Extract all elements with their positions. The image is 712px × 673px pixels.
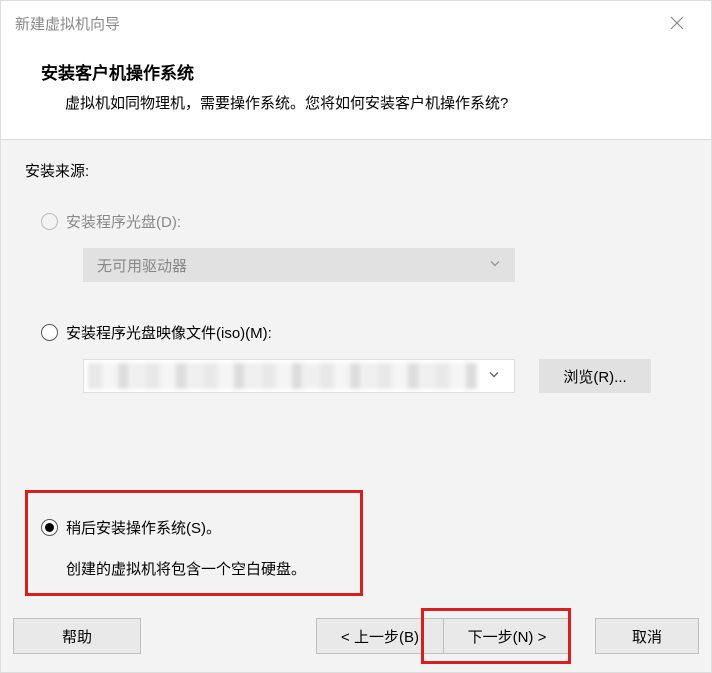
wizard-footer: 帮助 < 上一步(B) 下一步(N) > 取消 (1, 602, 711, 672)
window-title: 新建虚拟机向导 (15, 13, 120, 34)
radio-iso[interactable]: 安装程序光盘映像文件(iso)(M): (41, 322, 687, 343)
radio-disc-input (41, 213, 58, 230)
next-button[interactable]: 下一步(N) > (443, 618, 571, 654)
radio-later-label: 稍后安装操作系统(S)。 (66, 517, 221, 538)
browse-button-label: 浏览(R)... (563, 366, 626, 387)
iso-path-value (88, 363, 478, 389)
help-button[interactable]: 帮助 (13, 618, 141, 654)
option-later-group: 稍后安装操作系统(S)。 创建的虚拟机将包含一个空白硬盘。 (41, 517, 687, 579)
radio-iso-label: 安装程序光盘映像文件(iso)(M): (66, 322, 272, 343)
wizard-header: 安装客户机操作系统 虚拟机如同物理机，需要操作系统。您将如何安装客户机操作系统? (1, 45, 711, 140)
browse-button[interactable]: 浏览(R)... (539, 359, 651, 393)
radio-later[interactable]: 稍后安装操作系统(S)。 (41, 517, 687, 538)
next-button-label: 下一步(N) > (468, 626, 547, 647)
later-description: 创建的虚拟机将包含一个空白硬盘。 (66, 558, 687, 579)
back-button[interactable]: < 上一步(B) (316, 618, 444, 654)
header-subtitle: 虚拟机如同物理机，需要操作系统。您将如何安装客户机操作系统? (65, 92, 671, 113)
wizard-window: 新建虚拟机向导 安装客户机操作系统 虚拟机如同物理机，需要操作系统。您将如何安装… (0, 0, 712, 673)
radio-iso-input[interactable] (41, 324, 58, 341)
cancel-button[interactable]: 取消 (595, 618, 699, 654)
option-disc-group: 安装程序光盘(D): 无可用驱动器 (25, 211, 687, 282)
install-source-label: 安装来源: (25, 160, 687, 181)
titlebar: 新建虚拟机向导 (1, 1, 711, 45)
cancel-button-label: 取消 (632, 626, 662, 647)
option-iso-group: 安装程序光盘映像文件(iso)(M): 浏览(R)... (25, 322, 687, 393)
disc-dropdown-text: 无可用驱动器 (97, 255, 187, 276)
chevron-down-icon (488, 368, 500, 385)
help-button-label: 帮助 (62, 626, 92, 647)
header-title: 安装客户机操作系统 (41, 59, 671, 84)
wizard-content: 安装来源: 安装程序光盘(D): 无可用驱动器 安装程序光盘映像文件(iso)(… (1, 140, 711, 602)
radio-disc-label: 安装程序光盘(D): (66, 211, 181, 232)
disc-dropdown: 无可用驱动器 (83, 248, 515, 282)
radio-later-input[interactable] (41, 519, 58, 536)
chevron-down-icon (489, 257, 501, 274)
iso-path-dropdown[interactable] (83, 359, 515, 393)
close-icon (670, 16, 684, 30)
back-button-label: < 上一步(B) (341, 626, 419, 647)
close-button[interactable] (657, 3, 697, 43)
radio-disc: 安装程序光盘(D): (41, 211, 687, 232)
